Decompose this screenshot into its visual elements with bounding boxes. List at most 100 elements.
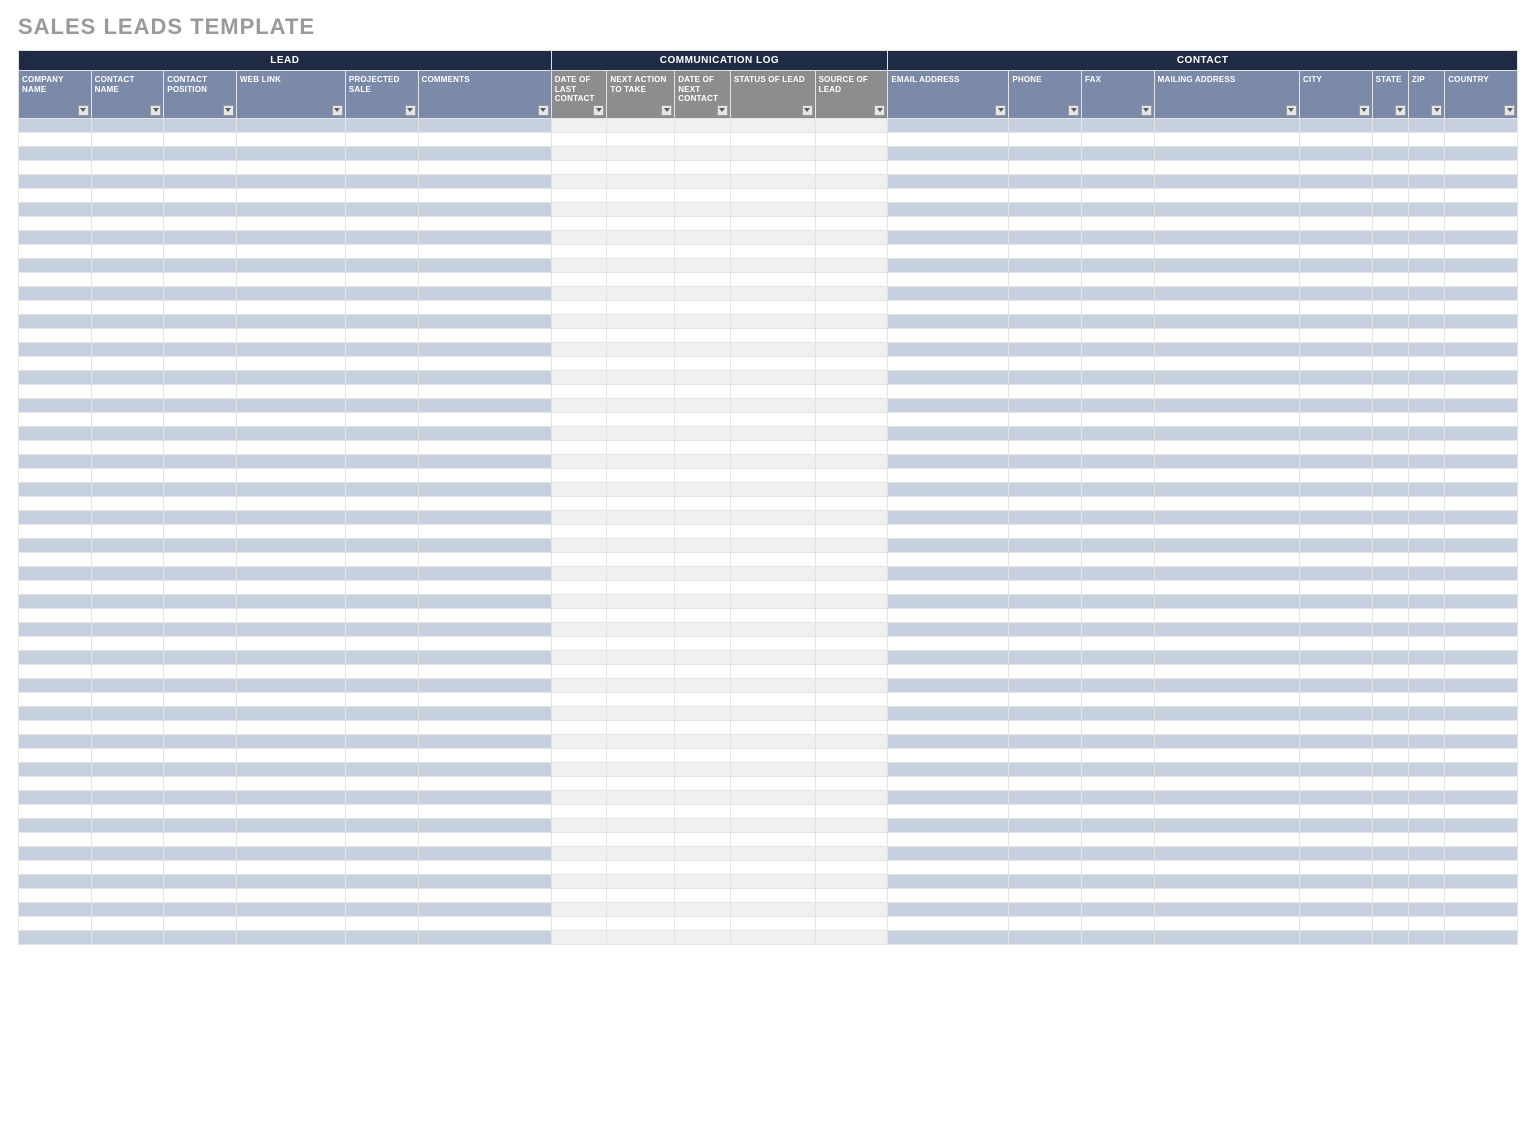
cell[interactable] — [1154, 902, 1299, 916]
cell[interactable] — [1154, 370, 1299, 384]
cell[interactable] — [91, 132, 164, 146]
cell[interactable] — [888, 720, 1009, 734]
cell[interactable] — [1082, 132, 1155, 146]
cell[interactable] — [19, 160, 92, 174]
cell[interactable] — [888, 636, 1009, 650]
cell[interactable] — [1372, 678, 1408, 692]
cell[interactable] — [91, 650, 164, 664]
cell[interactable] — [19, 328, 92, 342]
cell[interactable] — [345, 370, 418, 384]
cell[interactable] — [418, 776, 551, 790]
cell[interactable] — [1445, 692, 1518, 706]
cell[interactable] — [1299, 286, 1372, 300]
cell[interactable] — [91, 244, 164, 258]
cell[interactable] — [91, 426, 164, 440]
cell[interactable] — [1299, 860, 1372, 874]
cell[interactable] — [1299, 188, 1372, 202]
cell[interactable] — [236, 678, 345, 692]
cell[interactable] — [236, 118, 345, 132]
cell[interactable] — [607, 482, 675, 496]
cell[interactable] — [1154, 916, 1299, 930]
cell[interactable] — [1154, 524, 1299, 538]
cell[interactable] — [164, 398, 237, 412]
cell[interactable] — [1408, 160, 1444, 174]
cell[interactable] — [418, 608, 551, 622]
cell[interactable] — [675, 230, 731, 244]
cell[interactable] — [1408, 874, 1444, 888]
cell[interactable] — [19, 608, 92, 622]
cell[interactable] — [1299, 160, 1372, 174]
cell[interactable] — [418, 706, 551, 720]
cell[interactable] — [236, 468, 345, 482]
cell[interactable] — [675, 650, 731, 664]
cell[interactable] — [1009, 902, 1082, 916]
cell[interactable] — [1445, 510, 1518, 524]
cell[interactable] — [607, 552, 675, 566]
cell[interactable] — [1009, 874, 1082, 888]
cell[interactable] — [164, 524, 237, 538]
cell[interactable] — [1299, 804, 1372, 818]
cell[interactable] — [551, 902, 607, 916]
cell[interactable] — [1299, 468, 1372, 482]
cell[interactable] — [607, 244, 675, 258]
cell[interactable] — [1154, 202, 1299, 216]
cell[interactable] — [91, 874, 164, 888]
cell[interactable] — [888, 356, 1009, 370]
cell[interactable] — [1299, 174, 1372, 188]
cell[interactable] — [91, 300, 164, 314]
cell[interactable] — [236, 860, 345, 874]
cell[interactable] — [1408, 258, 1444, 272]
cell[interactable] — [1408, 146, 1444, 160]
cell[interactable] — [418, 790, 551, 804]
cell[interactable] — [888, 846, 1009, 860]
cell[interactable] — [675, 748, 731, 762]
cell[interactable] — [1408, 510, 1444, 524]
cell[interactable] — [1372, 552, 1408, 566]
cell[interactable] — [1445, 902, 1518, 916]
cell[interactable] — [815, 594, 888, 608]
cell[interactable] — [345, 300, 418, 314]
cell[interactable] — [815, 818, 888, 832]
cell[interactable] — [1082, 160, 1155, 174]
cell[interactable] — [345, 874, 418, 888]
cell[interactable] — [19, 874, 92, 888]
cell[interactable] — [551, 328, 607, 342]
filter-dropdown-icon[interactable] — [661, 105, 672, 116]
cell[interactable] — [1408, 216, 1444, 230]
cell[interactable] — [345, 846, 418, 860]
cell[interactable] — [345, 706, 418, 720]
cell[interactable] — [1372, 118, 1408, 132]
cell[interactable] — [815, 510, 888, 524]
cell[interactable] — [236, 244, 345, 258]
cell[interactable] — [1445, 678, 1518, 692]
cell[interactable] — [1372, 888, 1408, 902]
cell[interactable] — [815, 496, 888, 510]
cell[interactable] — [1408, 664, 1444, 678]
cell[interactable] — [19, 468, 92, 482]
cell[interactable] — [236, 300, 345, 314]
cell[interactable] — [345, 860, 418, 874]
cell[interactable] — [551, 258, 607, 272]
cell[interactable] — [19, 650, 92, 664]
cell[interactable] — [1154, 454, 1299, 468]
cell[interactable] — [1372, 258, 1408, 272]
cell[interactable] — [551, 314, 607, 328]
cell[interactable] — [1408, 384, 1444, 398]
cell[interactable] — [675, 188, 731, 202]
cell[interactable] — [236, 804, 345, 818]
cell[interactable] — [418, 664, 551, 678]
cell[interactable] — [1009, 174, 1082, 188]
cell[interactable] — [1408, 188, 1444, 202]
cell[interactable] — [1408, 804, 1444, 818]
cell[interactable] — [1408, 706, 1444, 720]
cell[interactable] — [888, 902, 1009, 916]
cell[interactable] — [1009, 188, 1082, 202]
cell[interactable] — [91, 594, 164, 608]
cell[interactable] — [815, 776, 888, 790]
cell[interactable] — [1408, 888, 1444, 902]
cell[interactable] — [345, 692, 418, 706]
cell[interactable] — [815, 132, 888, 146]
filter-dropdown-icon[interactable] — [593, 105, 604, 116]
cell[interactable] — [888, 916, 1009, 930]
cell[interactable] — [19, 916, 92, 930]
